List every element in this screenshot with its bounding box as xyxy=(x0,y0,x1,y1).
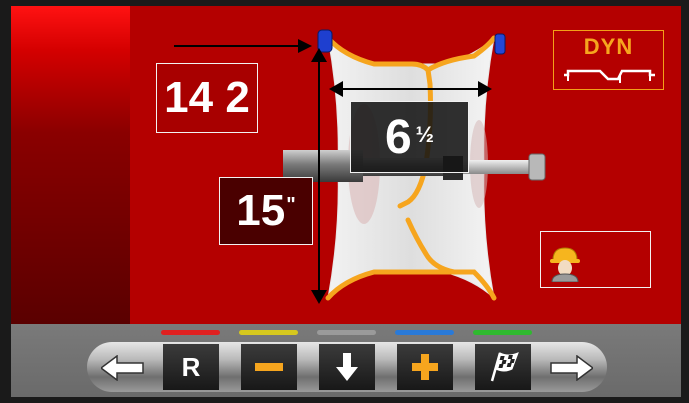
minus-icon xyxy=(255,363,283,371)
diameter-value-box[interactable]: 15 " xyxy=(219,177,313,245)
balancer-screen: 14 2 6½ 15 " DYN R xyxy=(0,0,689,403)
plus-icon xyxy=(412,354,438,380)
offset-pointer-arrow xyxy=(174,39,312,53)
arrow-down-icon xyxy=(336,353,358,381)
offset-value-box[interactable]: 14 2 xyxy=(156,63,258,133)
indicator-blue xyxy=(395,330,454,335)
checkered-flag-icon xyxy=(490,352,519,382)
r-button[interactable]: R xyxy=(163,344,219,390)
wheel-data-panel: 14 2 6½ 15 " DYN xyxy=(11,6,681,324)
width-value-box[interactable]: 6½ xyxy=(350,101,469,173)
indicator-gray xyxy=(317,330,376,335)
side-gradient-strip xyxy=(11,6,130,324)
indicator-yellow xyxy=(239,330,298,335)
plus-button[interactable] xyxy=(397,344,453,390)
diameter-value: 15 xyxy=(236,186,286,235)
width-value: 6 xyxy=(384,110,412,164)
width-fraction: ½ xyxy=(415,122,435,147)
width-arrow xyxy=(329,81,492,97)
forward-button[interactable] xyxy=(541,348,601,388)
arrow-left-icon xyxy=(101,355,144,381)
balancing-mode-box[interactable]: DYN xyxy=(553,30,664,90)
offset-value: 14 2 xyxy=(164,73,250,122)
rim-profile-icon xyxy=(564,69,655,83)
indicator-green xyxy=(473,330,532,335)
arrow-right-icon xyxy=(550,355,593,381)
down-button[interactable] xyxy=(319,344,375,390)
mode-label: DYN xyxy=(583,34,634,59)
indicator-red xyxy=(161,330,220,335)
r-button-label: R xyxy=(181,351,201,382)
finish-button[interactable] xyxy=(475,344,531,390)
bottom-toolbar: R xyxy=(11,324,681,397)
diameter-unit: " xyxy=(286,193,296,216)
back-button[interactable] xyxy=(93,348,153,388)
operator-box[interactable] xyxy=(540,231,651,288)
operator-icon xyxy=(550,247,580,282)
diameter-arrow xyxy=(311,48,327,304)
minus-button[interactable] xyxy=(241,344,297,390)
